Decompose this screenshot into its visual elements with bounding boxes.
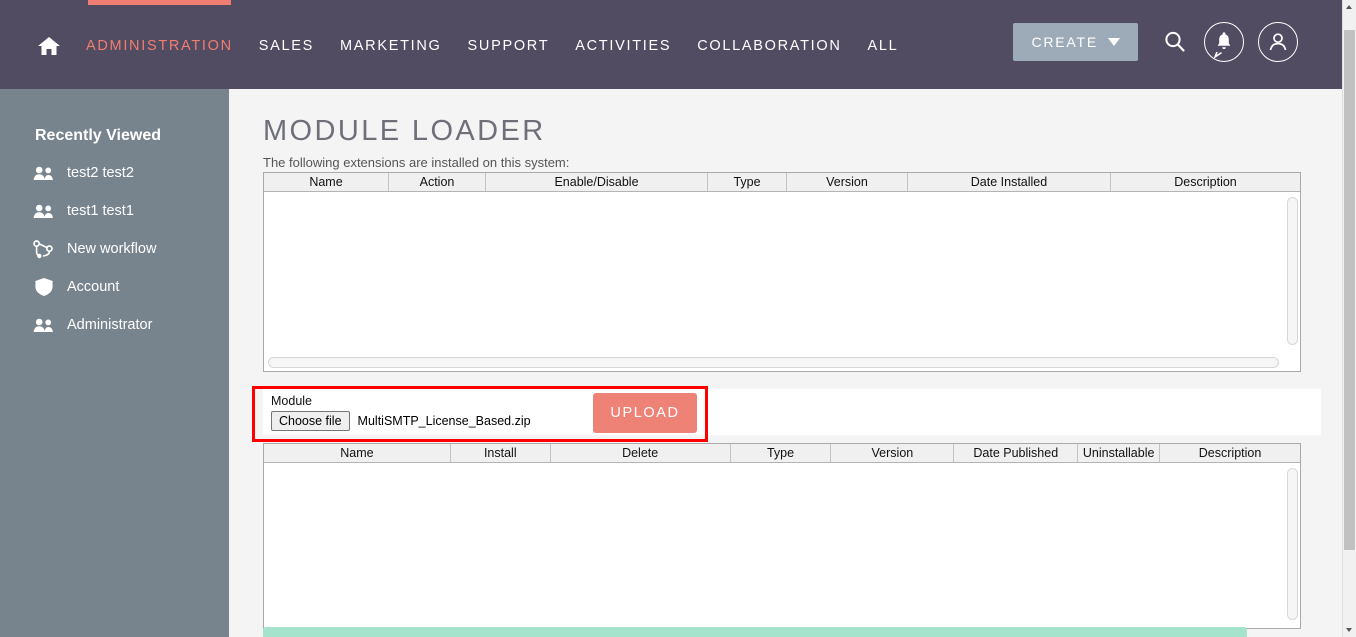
table-body <box>264 192 1300 352</box>
module-label: Module <box>271 394 312 408</box>
column-header-action[interactable]: Action <box>389 173 486 191</box>
create-button[interactable]: CREATE <box>1013 23 1138 61</box>
column-header-delete[interactable]: Delete <box>551 444 731 462</box>
column-header-uninstallable[interactable]: Uninstallable <box>1078 444 1161 462</box>
user-avatar-icon[interactable] <box>1258 22 1298 62</box>
sidebar-item-test1[interactable]: test1 test1 <box>32 201 229 221</box>
scroll-up-arrow-icon[interactable] <box>1343 0 1356 14</box>
column-header-description[interactable]: Description <box>1111 173 1300 191</box>
upload-button[interactable]: UPLOAD <box>593 393 697 433</box>
nav-item-support[interactable]: SUPPORT <box>468 38 550 54</box>
nav-item-sales[interactable]: SALES <box>259 38 314 54</box>
table-vertical-scrollbar[interactable] <box>1285 464 1299 628</box>
notifications-icon[interactable] <box>1204 22 1244 62</box>
active-tab-accent-bar <box>88 0 231 5</box>
nav-item-marketing[interactable]: MARKETING <box>340 38 442 54</box>
column-header-version[interactable]: Version <box>831 444 955 462</box>
nav-item-all[interactable]: ALL <box>868 38 899 54</box>
column-header-type[interactable]: Type <box>708 173 787 191</box>
scrollbar-thumb[interactable] <box>1344 30 1355 550</box>
sidebar-item-new-workflow[interactable]: New workflow <box>32 239 229 259</box>
scroll-down-arrow-icon[interactable] <box>1343 623 1356 637</box>
column-header-enable-disable[interactable]: Enable/Disable <box>486 173 708 191</box>
nav-item-activities[interactable]: ACTIVITIES <box>575 38 671 54</box>
table-header-row: Name Action Enable/Disable Type Version … <box>264 173 1300 192</box>
module-file-input[interactable]: Choose file MultiSMTP_License_Based.zip <box>271 411 531 431</box>
sidebar-item-label: New workflow <box>67 241 157 257</box>
sidebar-item-account[interactable]: Account <box>32 277 229 297</box>
top-navigation-bar: ADMINISTRATION SALES MARKETING SUPPORT A… <box>0 0 1342 89</box>
sidebar-item-label: Account <box>67 279 120 295</box>
search-icon[interactable] <box>1160 27 1190 57</box>
contacts-icon <box>32 163 56 183</box>
installed-extensions-table: Name Action Enable/Disable Type Version … <box>263 172 1301 372</box>
available-modules-table: Name Install Delete Type Version Date Pu… <box>263 443 1301 629</box>
create-button-label: CREATE <box>1031 34 1098 50</box>
notification-bar <box>263 627 1247 637</box>
chevron-down-icon <box>1108 38 1120 46</box>
shield-icon <box>32 277 56 297</box>
home-icon[interactable] <box>36 34 62 58</box>
table-body <box>264 463 1300 628</box>
nav-item-collaboration[interactable]: COLLABORATION <box>697 38 841 54</box>
sidebar-item-label: test1 test1 <box>67 203 134 219</box>
recently-viewed-sidebar: Recently Viewed test2 test2 test1 test1 … <box>0 89 229 637</box>
main-content: MODULE LOADER The following extensions a… <box>229 89 1342 637</box>
nav-right-actions: CREATE <box>1013 22 1298 62</box>
page-title: MODULE LOADER <box>263 115 546 147</box>
column-header-type[interactable]: Type <box>731 444 832 462</box>
choose-file-button[interactable]: Choose file <box>271 411 350 431</box>
selected-file-name: MultiSMTP_License_Based.zip <box>357 414 531 428</box>
table-vertical-scrollbar[interactable] <box>1285 193 1299 355</box>
primary-nav-items: ADMINISTRATION SALES MARKETING SUPPORT A… <box>36 34 924 58</box>
column-header-description[interactable]: Description <box>1160 444 1300 462</box>
table-header-row: Name Install Delete Type Version Date Pu… <box>264 444 1300 463</box>
column-header-date-published[interactable]: Date Published <box>954 444 1079 462</box>
nav-item-administration[interactable]: ADMINISTRATION <box>86 38 233 54</box>
page-root: ADMINISTRATION SALES MARKETING SUPPORT A… <box>0 0 1342 637</box>
browser-scrollbar[interactable] <box>1342 0 1356 637</box>
sidebar-item-administrator[interactable]: Administrator <box>32 315 229 335</box>
contacts-icon <box>32 315 56 335</box>
contacts-icon <box>32 201 56 221</box>
module-upload-row: Module Choose file MultiSMTP_License_Bas… <box>263 389 1321 435</box>
workflow-icon <box>32 239 56 259</box>
sidebar-item-label: Administrator <box>67 317 153 333</box>
sidebar-title: Recently Viewed <box>35 127 161 144</box>
column-header-date-installed[interactable]: Date Installed <box>908 173 1111 191</box>
sidebar-item-label: test2 test2 <box>67 165 134 181</box>
column-header-name[interactable]: Name <box>264 444 451 462</box>
intro-text: The following extensions are installed o… <box>263 155 570 170</box>
sidebar-item-test2[interactable]: test2 test2 <box>32 163 229 183</box>
table-horizontal-scrollbar[interactable] <box>265 356 1286 370</box>
column-header-name[interactable]: Name <box>264 173 389 191</box>
column-header-install[interactable]: Install <box>451 444 551 462</box>
column-header-version[interactable]: Version <box>787 173 908 191</box>
